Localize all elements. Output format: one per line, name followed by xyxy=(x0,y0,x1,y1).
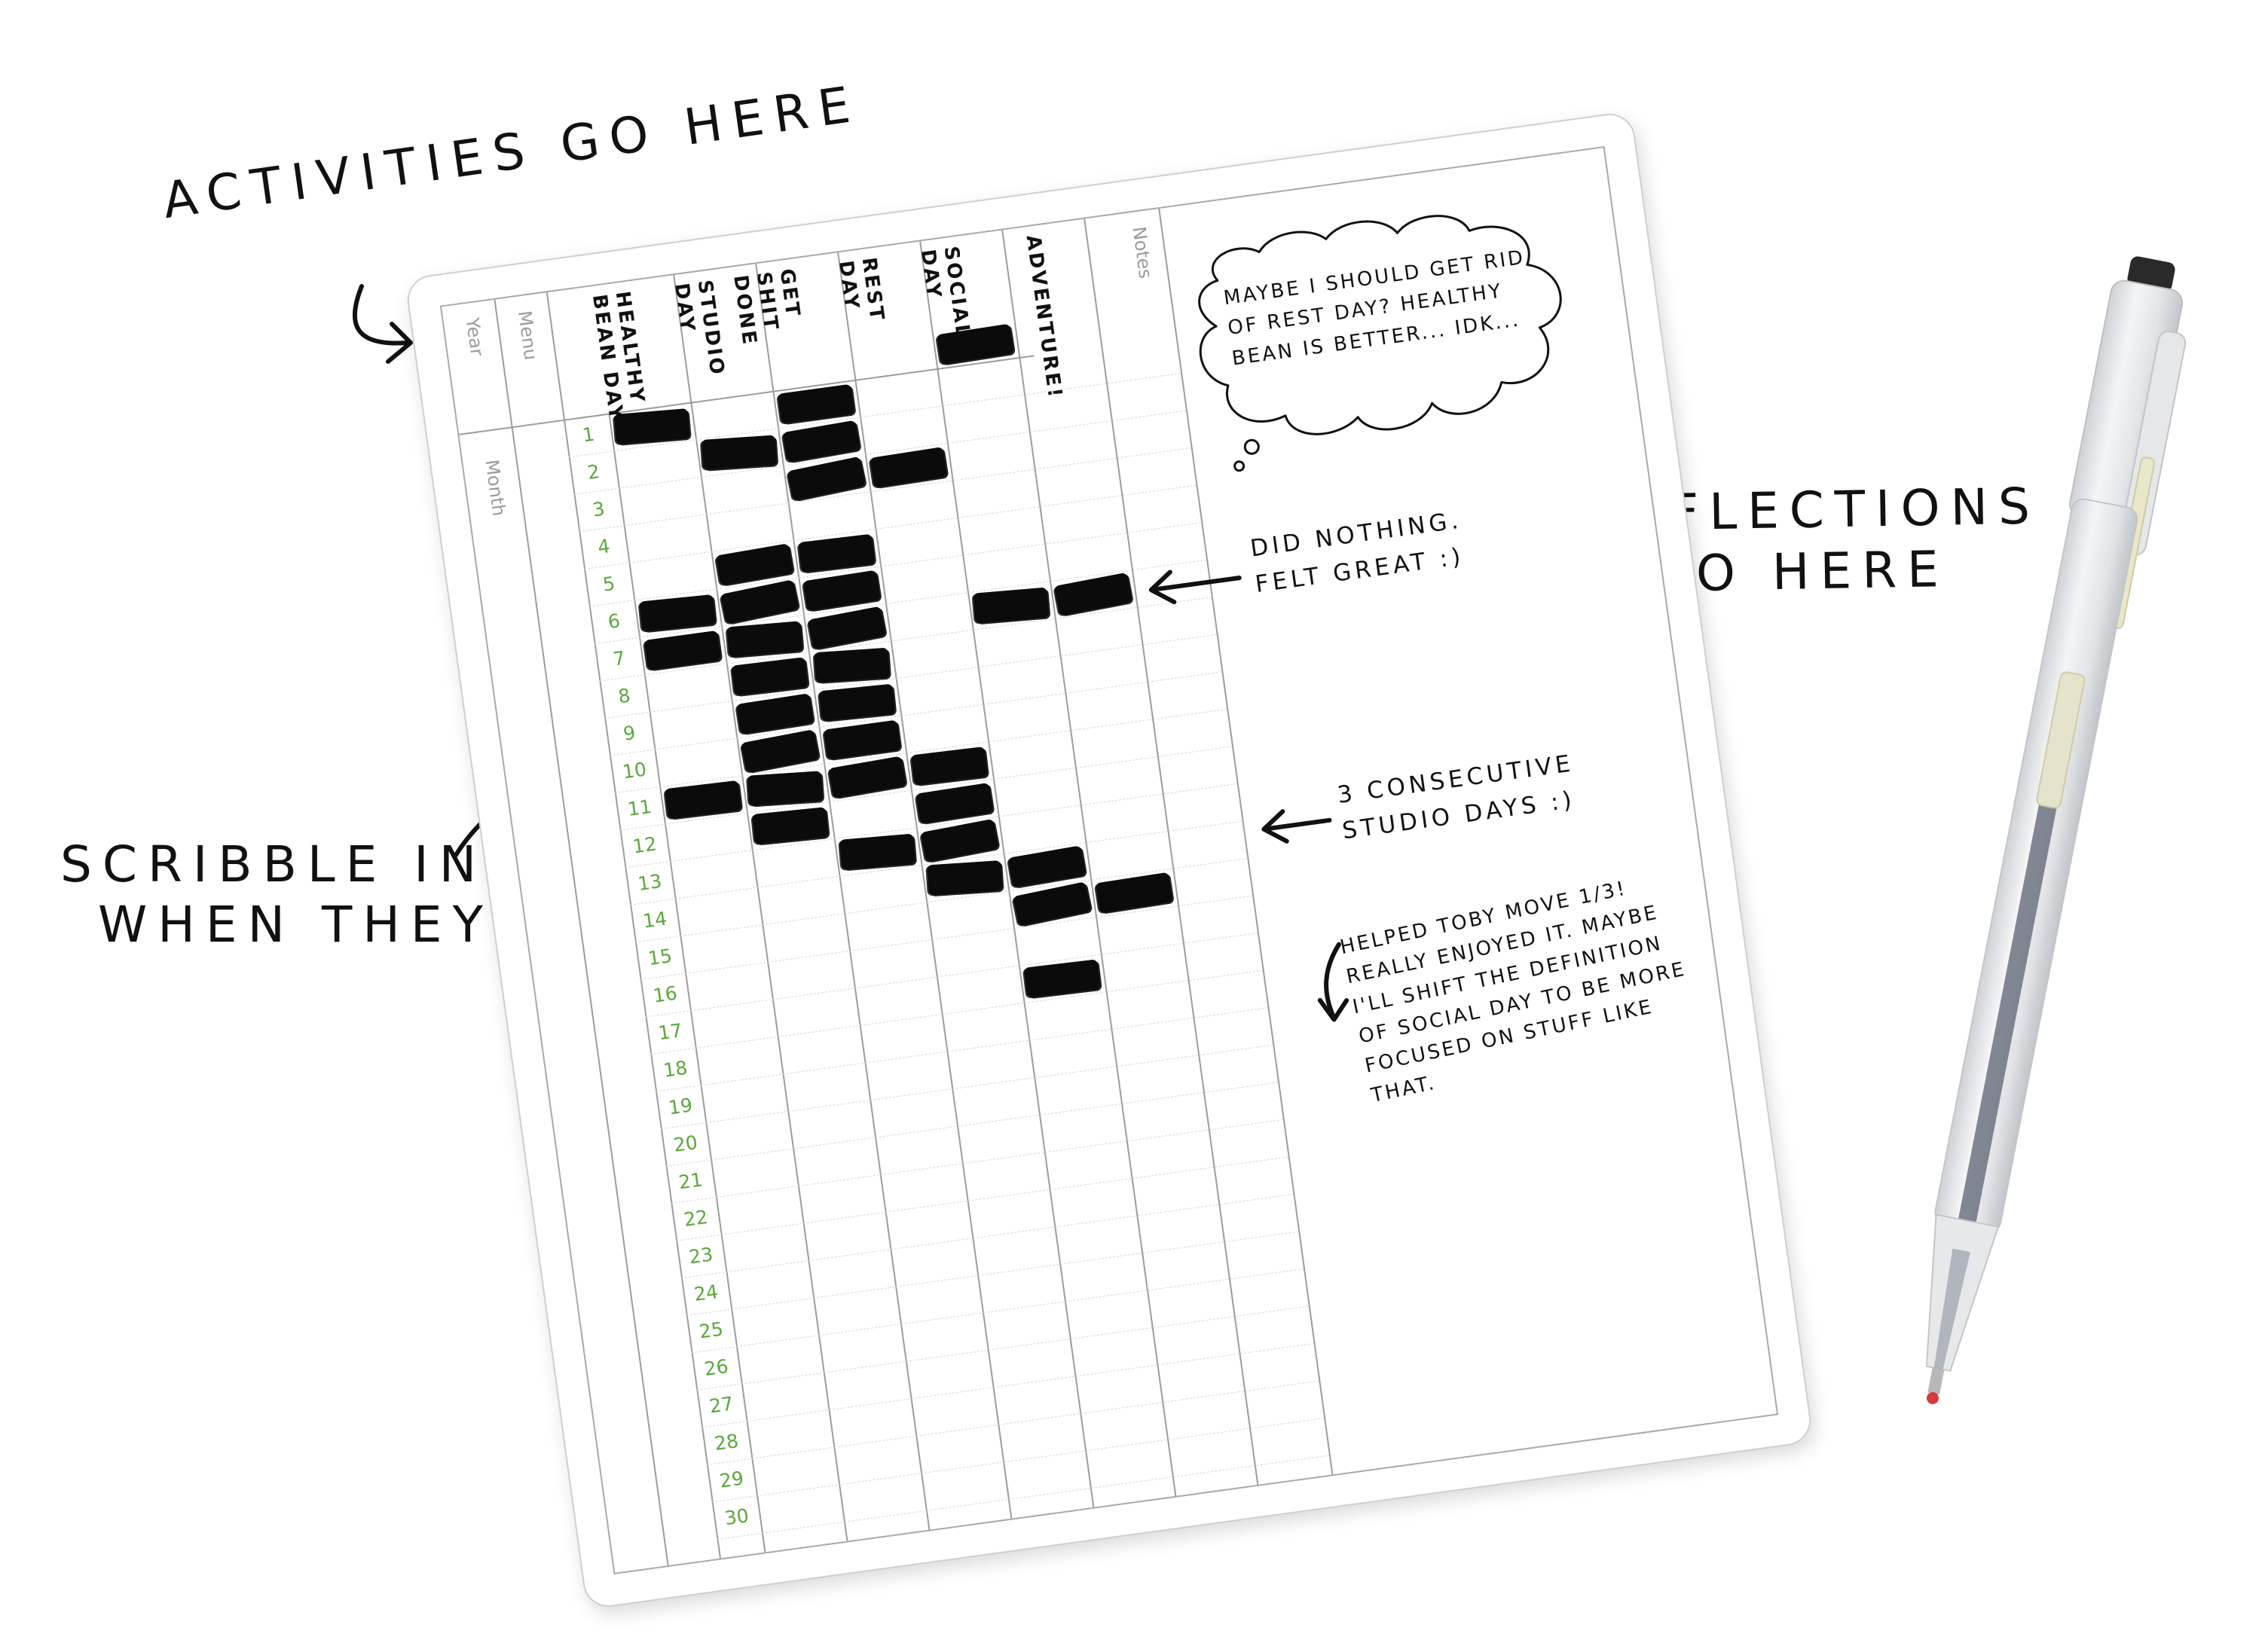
tracker-sheet: Year Menu Month HEALTHY BEAN DAY STUDIO … xyxy=(404,110,1814,1611)
day-number: 15 xyxy=(646,945,674,970)
day-number: 19 xyxy=(667,1094,694,1119)
day-number: 13 xyxy=(636,869,664,896)
day-number: 25 xyxy=(698,1318,725,1343)
day-number: 24 xyxy=(692,1280,720,1305)
day-number: 27 xyxy=(708,1392,735,1418)
gel-pen xyxy=(1878,249,2205,1423)
day-number: 1 xyxy=(581,423,596,447)
activity-header-adventure: ADVENTURE! xyxy=(1021,234,1067,401)
day-number: 2 xyxy=(585,460,601,484)
menu-label: Menu xyxy=(513,309,542,362)
day-number: 29 xyxy=(718,1467,745,1492)
day-number: 14 xyxy=(641,907,668,933)
day-number: 21 xyxy=(677,1168,705,1194)
pen-illustration xyxy=(1925,256,2187,1405)
activity-mark xyxy=(747,771,824,806)
day-number: 9 xyxy=(622,721,637,745)
day-number: 18 xyxy=(662,1056,689,1082)
day-number: 16 xyxy=(651,982,679,1007)
activity-mark xyxy=(927,860,1003,896)
activity-header-studio-day: STUDIO DAY xyxy=(669,278,729,378)
day-number: 5 xyxy=(601,572,616,596)
day-number: 28 xyxy=(713,1430,740,1455)
annotation-activities: ACTIVITIES GO HERE xyxy=(159,74,864,231)
activity-header-rest-day: REST DAY xyxy=(833,255,889,324)
year-label: Year xyxy=(461,316,488,358)
notes-label: Notes xyxy=(1128,224,1157,280)
day-number: 26 xyxy=(702,1354,730,1381)
note-arrow-consecutive-icon xyxy=(1261,809,1332,844)
day-number: 3 xyxy=(591,497,607,521)
activity-mark xyxy=(973,587,1050,624)
activity-mark xyxy=(839,833,916,870)
activity-mark xyxy=(613,408,690,445)
sheet-frame: Year Menu Month HEALTHY BEAN DAY STUDIO … xyxy=(439,146,1779,1574)
day-number: 8 xyxy=(616,684,632,708)
day-number: 4 xyxy=(596,535,612,559)
note-helped-toby: HELPED TOBY MOVE 1/3! REALLY ENJOYED IT.… xyxy=(1337,877,1689,1108)
day-number: 6 xyxy=(607,609,622,634)
note-did-nothing: DID NOTHING. FELT GREAT :) xyxy=(1249,506,1466,599)
day-number: 12 xyxy=(631,832,659,858)
note-consecutive: 3 CONSECUTIVE STUDIO DAYS :) xyxy=(1335,750,1577,845)
day-number: 17 xyxy=(656,1019,684,1045)
activity-mark xyxy=(726,621,803,658)
day-number: 23 xyxy=(687,1243,714,1269)
day-grid: 1 2 3 4 5 6 7 8 9 10 11 12 13 14 15 16 17 18 19 20 21 22 23 24 2… xyxy=(563,323,1332,1562)
day-number: 10 xyxy=(621,758,648,783)
month-label: Month xyxy=(481,458,510,518)
activity-header-get-shit-done: GET SHIT DONE xyxy=(728,267,805,348)
activity-mark xyxy=(701,435,778,470)
day-number: 22 xyxy=(682,1205,710,1231)
day-number: 30 xyxy=(723,1504,750,1530)
day-number: 20 xyxy=(672,1131,699,1156)
activity-mark xyxy=(814,647,890,683)
day-number: 7 xyxy=(611,646,627,670)
day-number: 11 xyxy=(626,795,653,820)
